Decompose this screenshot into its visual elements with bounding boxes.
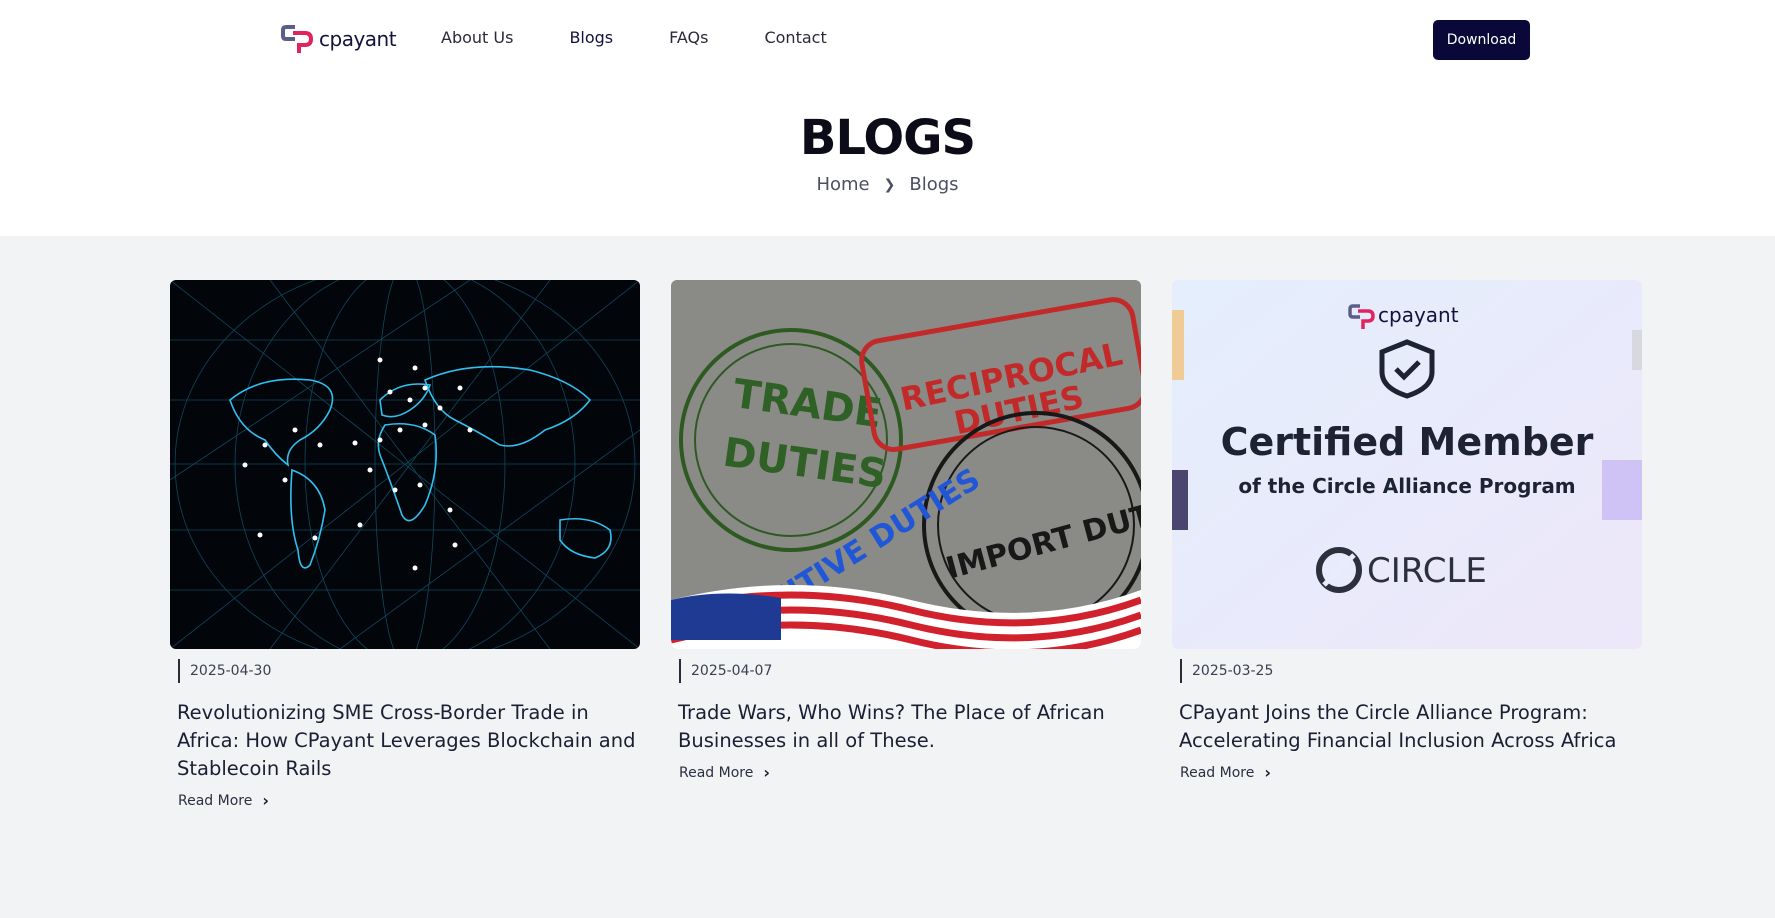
nav-blogs[interactable]: Blogs xyxy=(569,28,613,47)
blog-card[interactable]: cpayant Certified Member of the Circle A… xyxy=(1172,280,1642,782)
nav-faqs[interactable]: FAQs xyxy=(669,28,708,47)
download-button[interactable]: Download xyxy=(1433,20,1530,60)
post-title[interactable]: Trade Wars, Who Wins? The Place of Afric… xyxy=(678,699,1138,755)
blog-image-world-map[interactable] xyxy=(170,280,640,649)
top-nav: cpayant About Us Blogs FAQs Contact Down… xyxy=(0,0,1775,80)
duty-stamps-image: TRADE DUTIES RECIPROCAL DUTIES IMPORT DU… xyxy=(671,280,1141,649)
post-title[interactable]: CPayant Joins the Circle Alliance Progra… xyxy=(1179,699,1639,755)
blog-card[interactable]: TRADE DUTIES RECIPROCAL DUTIES IMPORT DU… xyxy=(671,280,1141,782)
chevron-right-icon: › xyxy=(1264,763,1271,782)
chevron-right-icon: › xyxy=(763,763,770,782)
post-date: 2025-04-30 xyxy=(178,659,640,683)
page-header: BLOGS Home ❯ Blogs xyxy=(0,80,1775,236)
page-title: BLOGS xyxy=(799,110,976,166)
breadcrumb-home[interactable]: Home xyxy=(816,174,869,195)
blog-image-certified-member[interactable]: cpayant Certified Member of the Circle A… xyxy=(1172,280,1642,649)
image-headline: Certified Member xyxy=(1221,420,1594,464)
blog-image-duty-stamps[interactable]: TRADE DUTIES RECIPROCAL DUTIES IMPORT DU… xyxy=(671,280,1141,649)
chevron-right-icon: › xyxy=(262,791,269,810)
world-network-image xyxy=(170,280,640,649)
breadcrumb-current: Blogs xyxy=(909,174,959,195)
blog-grid: 2025-04-30 Revolutionizing SME Cross-Bor… xyxy=(0,236,1775,918)
post-title[interactable]: Revolutionizing SME Cross-Border Trade i… xyxy=(177,699,637,783)
image-logo-text: cpayant xyxy=(1378,303,1459,327)
read-more-label: Read More xyxy=(1180,764,1255,781)
chevron-right-icon: ❯ xyxy=(883,176,896,193)
cpayant-logo-icon xyxy=(281,25,314,53)
logo[interactable]: cpayant xyxy=(281,23,397,55)
read-more-link[interactable]: Read More › xyxy=(679,763,1141,782)
image-partner: CIRCLE xyxy=(1367,551,1487,591)
blog-card[interactable]: 2025-04-30 Revolutionizing SME Cross-Bor… xyxy=(170,280,640,810)
read-more-label: Read More xyxy=(679,764,754,781)
read-more-link[interactable]: Read More › xyxy=(1180,763,1642,782)
nav-about-us[interactable]: About Us xyxy=(441,28,513,47)
breadcrumb: Home ❯ Blogs xyxy=(0,174,1775,195)
logo-text: cpayant xyxy=(319,27,397,51)
image-subline: of the Circle Alliance Program xyxy=(1238,474,1575,498)
post-date: 2025-03-25 xyxy=(1180,659,1642,683)
read-more-link[interactable]: Read More › xyxy=(178,791,640,810)
certified-member-image: cpayant Certified Member of the Circle A… xyxy=(1172,280,1642,649)
nav-contact[interactable]: Contact xyxy=(764,28,826,47)
nav-links: About Us Blogs FAQs Contact xyxy=(441,28,883,47)
post-date: 2025-04-07 xyxy=(679,659,1141,683)
read-more-label: Read More xyxy=(178,792,253,809)
